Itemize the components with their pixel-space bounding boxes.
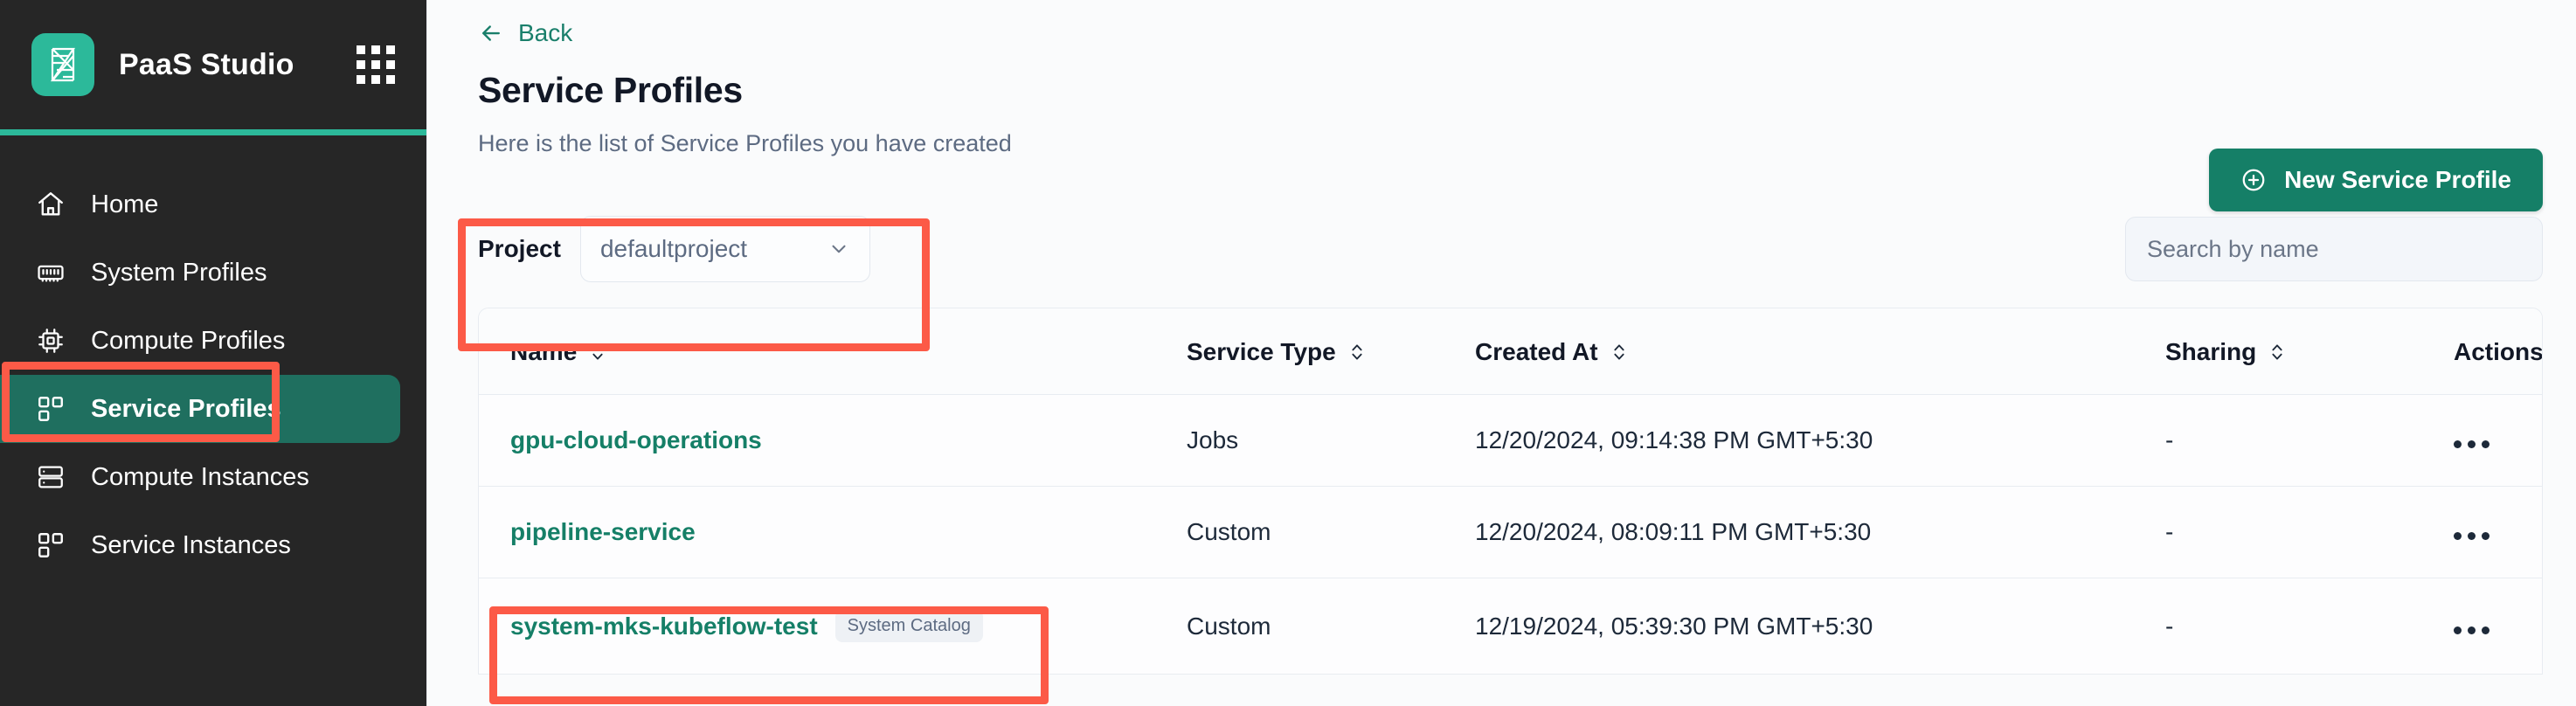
sidebar-item-compute-profiles[interactable]: Compute Profiles bbox=[0, 307, 400, 375]
home-icon bbox=[33, 187, 68, 222]
new-service-profile-label: New Service Profile bbox=[2284, 166, 2511, 193]
filter-row: Project defaultproject bbox=[427, 201, 2576, 297]
memory-chip-icon bbox=[33, 255, 68, 290]
sidebar-item-label: Home bbox=[91, 190, 159, 218]
cell-actions bbox=[2454, 486, 2542, 578]
project-select-value: defaultproject bbox=[599, 235, 748, 262]
sidebar-item-label: System Profiles bbox=[91, 258, 267, 287]
cell-name: pipeline-service bbox=[479, 486, 1187, 578]
sort-updown-icon[interactable] bbox=[2268, 342, 2286, 363]
chevron-down-icon bbox=[828, 238, 850, 260]
server-icon bbox=[33, 460, 68, 495]
apps-grid-icon[interactable] bbox=[357, 45, 395, 84]
kebab-menu-icon[interactable] bbox=[2454, 626, 2489, 634]
sidebar-brand: PaaS Studio bbox=[0, 0, 426, 129]
table-head: Name Service Type Created At Sharing Act… bbox=[479, 308, 2543, 395]
table-row[interactable]: gpu-cloud-operations Jobs 12/20/2024, 09… bbox=[479, 394, 2542, 487]
blocks-icon bbox=[33, 391, 68, 426]
cell-service-type: Custom bbox=[1187, 486, 1475, 578]
brand-name: PaaS Studio bbox=[119, 47, 294, 81]
column-header-name[interactable]: Name bbox=[479, 308, 1187, 395]
sidebar-item-label: Compute Instances bbox=[91, 462, 309, 491]
service-profile-link[interactable]: gpu-cloud-operations bbox=[510, 426, 762, 454]
sidebar-item-label: Service Profiles bbox=[91, 394, 281, 423]
column-header-actions: Actions bbox=[2454, 308, 2543, 395]
sort-updown-icon[interactable] bbox=[1610, 342, 1628, 363]
sidebar-item-compute-instances[interactable]: Compute Instances bbox=[0, 443, 400, 511]
service-profile-link[interactable]: system-mks-kubeflow-test bbox=[510, 613, 818, 640]
app-root: PaaS Studio Home System Profiles Compute… bbox=[0, 0, 2576, 706]
paas-logo-icon bbox=[31, 33, 94, 96]
cell-created-at: 12/19/2024, 05:39:30 PM GMT+5:30 bbox=[1475, 578, 2165, 675]
cpu-icon bbox=[33, 323, 68, 358]
column-label: Service Type bbox=[1187, 338, 1336, 365]
service-profiles-table-card: Name Service Type Created At Sharing Act… bbox=[478, 308, 2543, 675]
kebab-menu-icon[interactable] bbox=[2454, 440, 2489, 448]
cell-actions bbox=[2454, 578, 2542, 675]
plus-circle-icon bbox=[2240, 167, 2267, 193]
sidebar-nav: Home System Profiles Compute Profiles Se… bbox=[0, 135, 426, 579]
column-header-service-type[interactable]: Service Type bbox=[1187, 308, 1475, 395]
cell-service-type: Jobs bbox=[1187, 394, 1475, 487]
project-filter: Project defaultproject bbox=[478, 216, 870, 282]
sidebar-item-label: Service Instances bbox=[91, 530, 291, 559]
sidebar: PaaS Studio Home System Profiles Compute… bbox=[0, 0, 426, 706]
cell-created-at: 12/20/2024, 09:14:38 PM GMT+5:30 bbox=[1475, 394, 2165, 487]
cell-sharing: - bbox=[2165, 394, 2454, 487]
table-body: gpu-cloud-operations Jobs 12/20/2024, 09… bbox=[479, 394, 2542, 675]
arrow-left-icon bbox=[478, 20, 504, 46]
column-header-created-at[interactable]: Created At bbox=[1475, 308, 2165, 395]
back-button[interactable]: Back bbox=[478, 19, 572, 47]
cell-name: gpu-cloud-operations bbox=[479, 394, 1187, 487]
brand-accent-divider bbox=[0, 129, 426, 135]
back-row: Back bbox=[427, 0, 2576, 47]
page-title: Service Profiles bbox=[478, 70, 743, 110]
search-box[interactable] bbox=[2125, 217, 2543, 281]
cell-sharing: - bbox=[2165, 578, 2454, 675]
page-header: Service Profiles Here is the list of Ser… bbox=[427, 47, 2576, 211]
sort-updown-icon[interactable] bbox=[589, 342, 606, 363]
table-row[interactable]: system-mks-kubeflow-test System Catalog … bbox=[479, 578, 2542, 675]
kebab-menu-icon[interactable] bbox=[2454, 532, 2489, 540]
back-label: Back bbox=[518, 19, 573, 46]
sidebar-item-home[interactable]: Home bbox=[0, 170, 400, 239]
project-select[interactable]: defaultproject bbox=[579, 216, 870, 282]
cell-service-type: Custom bbox=[1187, 578, 1475, 675]
column-label: Actions bbox=[2454, 338, 2543, 365]
sidebar-item-system-profiles[interactable]: System Profiles bbox=[0, 239, 400, 307]
column-label: Created At bbox=[1475, 338, 1598, 365]
column-label: Name bbox=[510, 338, 578, 365]
main-content: Back Service Profiles Here is the list o… bbox=[426, 0, 2576, 706]
sort-updown-icon[interactable] bbox=[1348, 342, 1366, 363]
cell-actions bbox=[2454, 394, 2542, 487]
cell-created-at: 12/20/2024, 08:09:11 PM GMT+5:30 bbox=[1475, 486, 2165, 578]
table-row[interactable]: pipeline-service Custom 12/20/2024, 08:0… bbox=[479, 486, 2542, 578]
blocks-icon bbox=[33, 528, 68, 563]
service-profiles-table: Name Service Type Created At Sharing Act… bbox=[479, 308, 2543, 675]
table-header-row: Name Service Type Created At Sharing Act… bbox=[479, 308, 2543, 395]
cell-sharing: - bbox=[2165, 486, 2454, 578]
system-catalog-badge: System Catalog bbox=[834, 610, 983, 642]
column-label: Sharing bbox=[2165, 338, 2257, 365]
cell-name: system-mks-kubeflow-test System Catalog bbox=[479, 578, 1187, 675]
sidebar-item-label: Compute Profiles bbox=[91, 326, 286, 355]
service-profile-link[interactable]: pipeline-service bbox=[510, 518, 696, 546]
sidebar-item-service-profiles[interactable]: Service Profiles bbox=[0, 375, 400, 443]
sidebar-item-service-instances[interactable]: Service Instances bbox=[0, 511, 400, 579]
search-input[interactable] bbox=[2147, 235, 2521, 263]
column-header-sharing[interactable]: Sharing bbox=[2165, 308, 2454, 395]
project-label: Project bbox=[478, 235, 561, 262]
